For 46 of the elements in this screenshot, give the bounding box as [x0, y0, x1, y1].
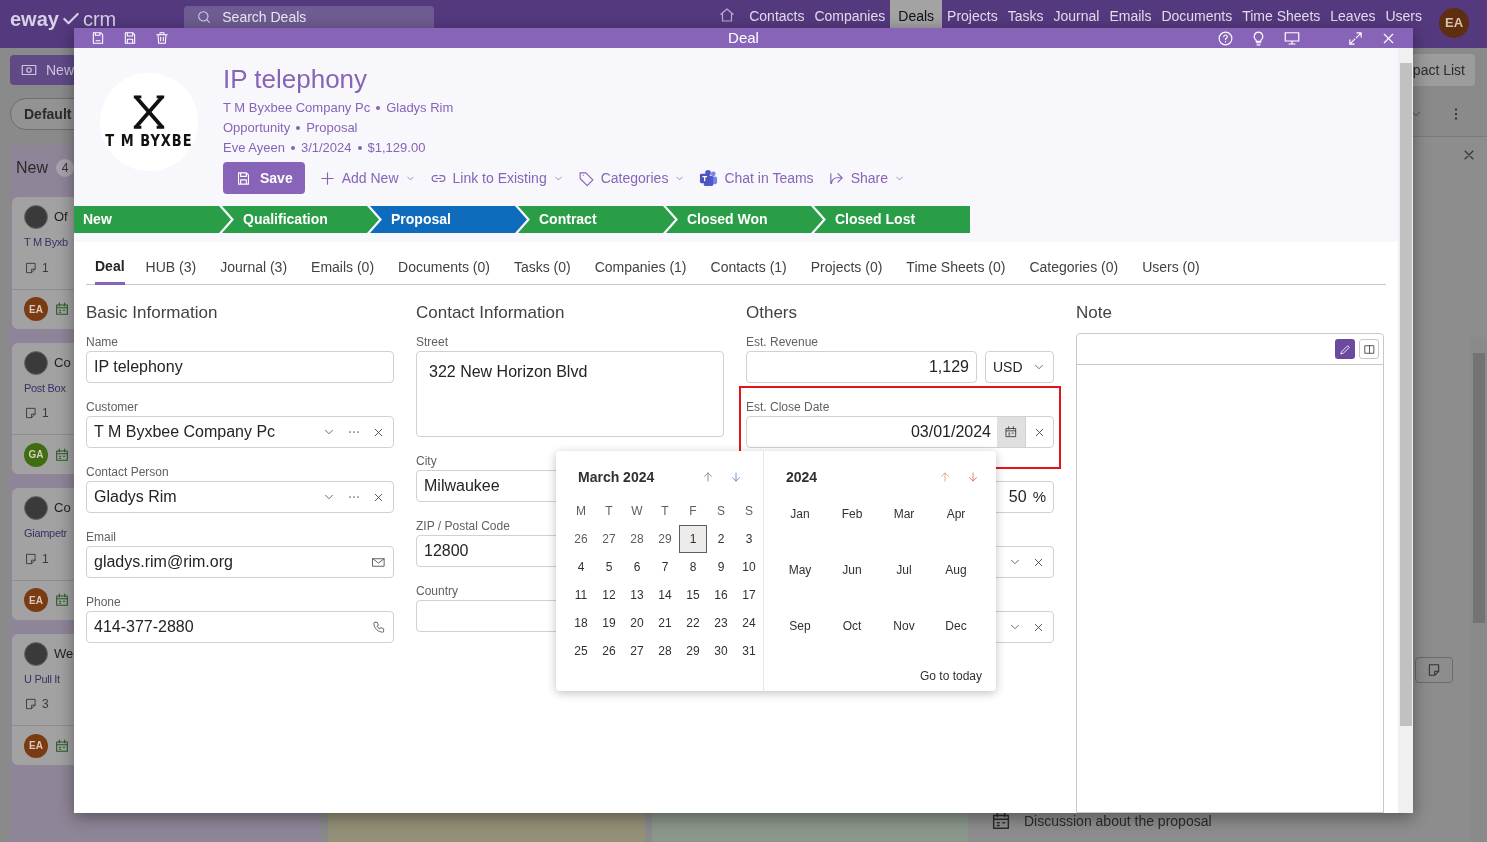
- section-title: Note: [1076, 302, 1113, 325]
- count-badge: 4: [56, 159, 74, 177]
- column-title: New: [16, 158, 48, 178]
- weekday-label: S: [716, 503, 726, 520]
- avatar: GA: [24, 442, 48, 467]
- card-title: We: [54, 644, 74, 663]
- field-label: Phone: [86, 594, 121, 611]
- note-count: 1: [42, 259, 49, 277]
- weekday-label: T: [604, 503, 614, 520]
- field-label: Est. Revenue: [746, 334, 819, 351]
- window-title: Deal: [728, 28, 759, 48]
- weekday-label: F: [688, 503, 698, 520]
- card-subtitle: Post Box: [24, 380, 66, 396]
- weekday-label: W: [630, 503, 644, 520]
- activity-title: Discussion about the proposal: [1024, 811, 1212, 831]
- weekday-label: T: [660, 503, 670, 520]
- card-title: Co: [54, 353, 71, 372]
- field-label: Est. Close Date: [746, 399, 830, 416]
- logo-text: T M BYXBE: [105, 130, 193, 153]
- card-subtitle: U Pull It: [24, 671, 60, 687]
- app-logo: eway: [10, 6, 59, 31]
- card-subtitle: T M Byxb: [24, 235, 68, 250]
- note-count: 1: [42, 405, 49, 422]
- weekday-label: S: [744, 503, 754, 520]
- note-count: 1: [42, 550, 49, 568]
- field-label: City: [416, 453, 437, 470]
- avatar: EA: [24, 733, 48, 758]
- field-label: Name: [86, 334, 118, 351]
- card-title: Co: [54, 499, 71, 518]
- app-logo-suffix: crm: [82, 6, 117, 31]
- deal-title: IP telephony: [223, 64, 369, 96]
- section-title: Basic Information: [86, 302, 219, 325]
- field-label: Street: [416, 334, 448, 351]
- field-label: Country: [416, 583, 459, 600]
- section-title: Contact Information: [416, 302, 566, 325]
- weekday-label: M: [575, 503, 587, 520]
- note-count: 3: [42, 696, 49, 713]
- field-label: ZIP / Postal Code: [416, 518, 510, 535]
- field-label: Contact Person: [86, 464, 169, 481]
- card-title: Of: [54, 208, 68, 227]
- section-title: Others: [746, 302, 799, 325]
- field-label: Email: [86, 529, 116, 546]
- card-subtitle: Giampetr: [24, 526, 67, 541]
- avatar: EA: [24, 588, 48, 612]
- avatar: EA: [24, 297, 48, 321]
- field-label: Customer: [86, 399, 138, 416]
